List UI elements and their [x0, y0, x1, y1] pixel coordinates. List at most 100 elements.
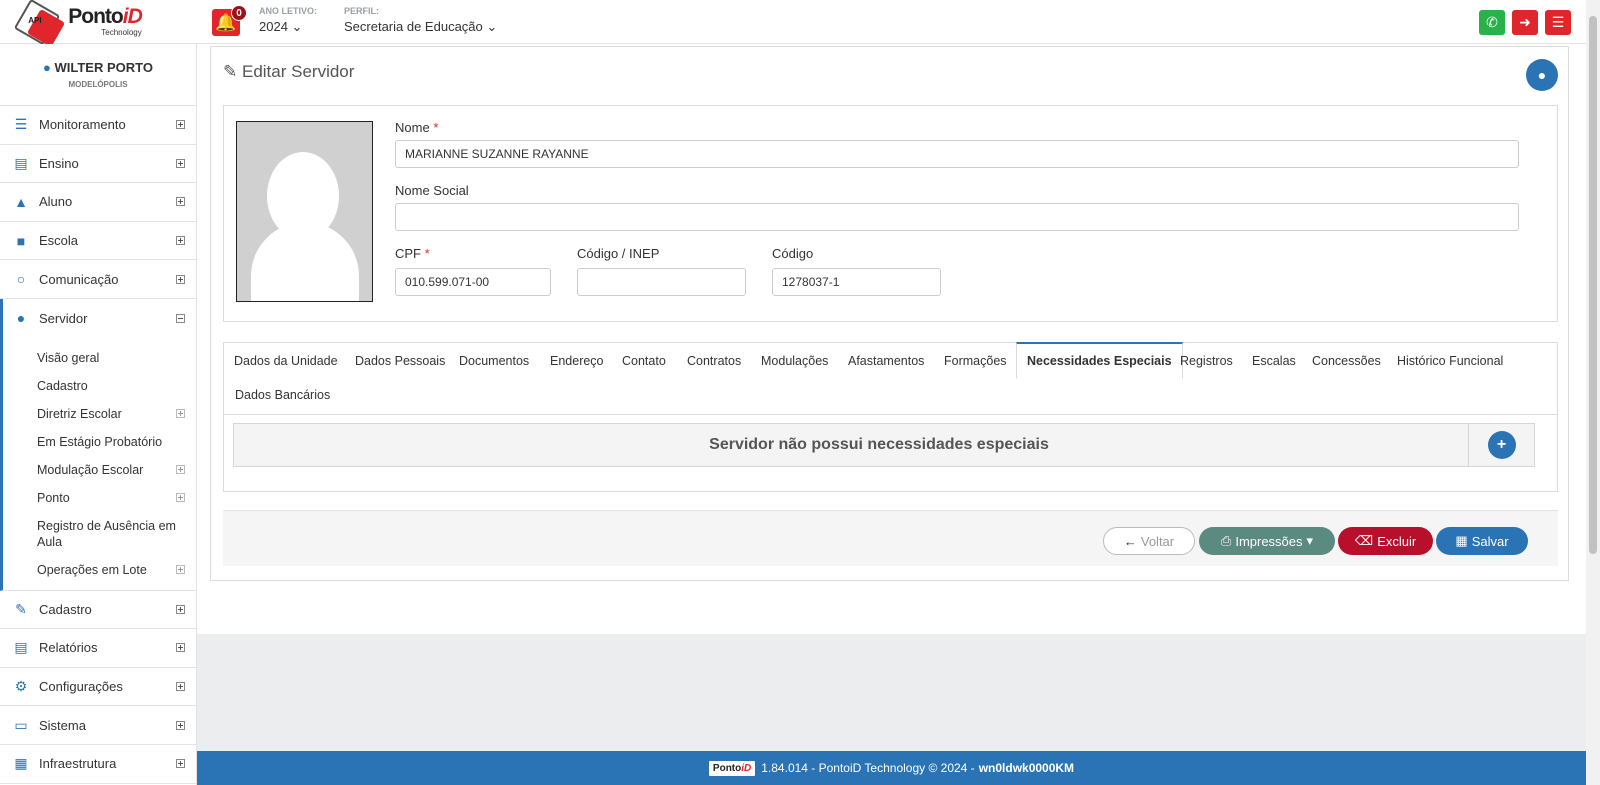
sidebar-item-servidor[interactable]: ● Servidor	[0, 298, 196, 338]
notification-count-badge: 0	[231, 5, 247, 21]
tab-contato[interactable]: Contato	[612, 343, 676, 378]
tab-dados-pessoais[interactable]: Dados Pessoais	[345, 343, 455, 378]
user-profile-button[interactable]: ●	[1526, 59, 1558, 91]
chat-bubble-icon: ○	[16, 271, 26, 288]
sidebar-item-label: Escola	[39, 233, 79, 249]
tab-escalas[interactable]: Escalas	[1242, 343, 1306, 378]
sidebar-item-comunicacao[interactable]: ○ Comunicação	[0, 260, 196, 299]
user-name: WILTER PORTO	[54, 60, 153, 75]
footer-logo: PontoiD	[708, 760, 756, 776]
tab-contratos[interactable]: Contratos	[677, 343, 751, 378]
tab-concessoes[interactable]: Concessões	[1302, 343, 1391, 378]
submenu-item-diretriz-escolar[interactable]: Diretriz Escolar	[3, 400, 196, 428]
menu-button[interactable]: ☰	[1545, 10, 1571, 35]
profile-photo[interactable]	[236, 121, 373, 302]
submenu-item-cadastro[interactable]: Cadastro	[3, 372, 196, 400]
sidebar-item-label: Ensino	[39, 155, 79, 171]
back-button[interactable]: ← Voltar	[1103, 527, 1195, 555]
user-icon: ●	[1537, 67, 1547, 83]
profile-selector[interactable]: PERFIL: Secretaria de Educação ⌄	[344, 6, 497, 35]
nome-input[interactable]: MARIANNE SUZANNE RAYANNE	[395, 140, 1519, 168]
sidebar-item-label: Sistema	[39, 717, 86, 733]
expand-icon	[176, 409, 185, 419]
submenu-item-estagio-probatorio[interactable]: Em Estágio Probatório	[3, 428, 196, 456]
form-actions: ← Voltar ⎙ Impressões ▾ ⌫ Excluir ▦ Salv…	[223, 510, 1558, 566]
school-year-selector[interactable]: ANO LETIVO: 2024 ⌄	[259, 6, 317, 35]
trash-icon: ⌫	[1354, 533, 1374, 548]
sidebar-item-ensino[interactable]: ▤ Ensino	[0, 145, 196, 184]
edit-servidor-panel: ✎ Editar Servidor ● Nome * MARIANNE SUZA…	[210, 46, 1569, 581]
logout-button[interactable]: ➜	[1512, 10, 1538, 35]
submenu-item-registro-ausencia[interactable]: Registro de Ausência em Aula	[3, 512, 196, 556]
sign-out-icon: ➜	[1519, 14, 1531, 30]
sidebar-item-label: Cadastro	[39, 601, 92, 617]
sidebar: ● WILTER PORTO MODELÓPOLIS ☰ Monitoramen…	[0, 44, 197, 785]
hamburger-icon: ☰	[1551, 14, 1565, 30]
gear-icon: ⚙	[14, 678, 28, 695]
expand-icon	[176, 158, 185, 168]
sidebar-item-monitoramento[interactable]: ☰ Monitoramento	[0, 106, 196, 145]
sidebar-item-relatorios[interactable]: ▤ Relatórios	[0, 629, 196, 668]
nome-social-label: Nome Social	[395, 183, 469, 198]
save-button[interactable]: ▦ Salvar	[1436, 527, 1528, 555]
sidebar-item-sistema[interactable]: ▭ Sistema	[0, 706, 196, 745]
tab-necessidades-especiais[interactable]: Necessidades Especiais	[1016, 342, 1183, 379]
user-panel: ● WILTER PORTO MODELÓPOLIS	[0, 44, 196, 106]
profile-label: PERFIL:	[344, 6, 379, 16]
whatsapp-button[interactable]: ✆	[1479, 10, 1505, 35]
tab-documentos[interactable]: Documentos	[449, 343, 539, 378]
sidebar-item-infraestrutura[interactable]: ▦ Infraestrutura	[0, 745, 196, 784]
sidebar-item-cadastro[interactable]: ✎ Cadastro	[0, 591, 196, 630]
tab-modulacoes[interactable]: Modulações	[751, 343, 838, 378]
chevron-down-icon: ⌄	[486, 19, 498, 34]
tab-registros[interactable]: Registros	[1170, 343, 1243, 378]
servidor-form: Nome * MARIANNE SUZANNE RAYANNE Nome Soc…	[223, 105, 1558, 322]
inep-input[interactable]	[577, 268, 746, 296]
expand-icon	[176, 120, 185, 130]
tab-formacoes[interactable]: Formações	[934, 343, 1017, 378]
institution-icon: ■	[16, 232, 26, 249]
footer-text: 1.84.014 - PontoiD Technology © 2024 -	[761, 761, 975, 775]
sidebar-item-label: Infraestrutura	[39, 756, 117, 772]
collapse-icon	[176, 313, 185, 323]
logo-mark: API	[14, 0, 66, 48]
expand-icon	[176, 565, 185, 575]
tab-dados-unidade[interactable]: Dados da Unidade	[224, 343, 348, 378]
plus-icon: +	[1487, 431, 1516, 459]
nome-social-input[interactable]	[395, 203, 1519, 231]
sidebar-item-label: Aluno	[39, 194, 73, 210]
submenu-item-ponto[interactable]: Ponto	[3, 484, 196, 512]
submenu-item-operacoes-lote[interactable]: Operações em Lote	[3, 556, 196, 584]
floppy-disk-icon: ▦	[1455, 533, 1468, 548]
scrollbar-thumb[interactable]	[1589, 16, 1597, 554]
expand-icon	[176, 465, 185, 475]
tab-historico-funcional[interactable]: Histórico Funcional	[1387, 343, 1513, 378]
pontoid-logo[interactable]: API PontoiD Technology	[0, 0, 160, 48]
tab-dados-bancarios[interactable]: Dados Bancários	[225, 377, 340, 412]
expand-icon	[176, 720, 185, 730]
sidebar-item-aluno[interactable]: ▲ Aluno	[0, 183, 196, 222]
sidebar-item-escola[interactable]: ■ Escola	[0, 222, 196, 261]
page-scrollbar[interactable]	[1586, 0, 1600, 785]
monitor-icon: ▭	[14, 716, 28, 733]
tab-endereco[interactable]: Endereço	[540, 343, 614, 378]
expand-icon	[176, 493, 185, 503]
expand-icon	[176, 759, 185, 769]
user-city: MODELÓPOLIS	[68, 80, 128, 89]
print-dropdown-button[interactable]: ⎙ Impressões ▾	[1199, 527, 1335, 555]
arrow-left-icon: ←	[1123, 533, 1137, 549]
sidebar-item-configuracoes[interactable]: ⚙ Configurações	[0, 668, 196, 707]
tab-bar: Dados da Unidade Dados Pessoais Document…	[224, 342, 1557, 415]
submenu-item-visao-geral[interactable]: Visão geral	[3, 344, 196, 372]
sidebar-item-label: Comunicação	[39, 271, 119, 287]
add-necessidade-button[interactable]: +	[1468, 423, 1535, 467]
notifications-button[interactable]: 🔔 0	[212, 5, 247, 36]
cpf-input[interactable]: 010.599.071-00	[395, 268, 551, 296]
delete-button[interactable]: ⌫ Excluir	[1338, 527, 1433, 555]
school-year-value: 2024	[259, 19, 288, 34]
tab-afastamentos[interactable]: Afastamentos	[838, 343, 934, 378]
submenu-item-modulacao-escolar[interactable]: Modulação Escolar	[3, 456, 196, 484]
user-icon: ●	[43, 60, 51, 75]
report-icon: ▤	[14, 639, 28, 656]
codigo-input[interactable]: 1278037-1	[772, 268, 941, 296]
